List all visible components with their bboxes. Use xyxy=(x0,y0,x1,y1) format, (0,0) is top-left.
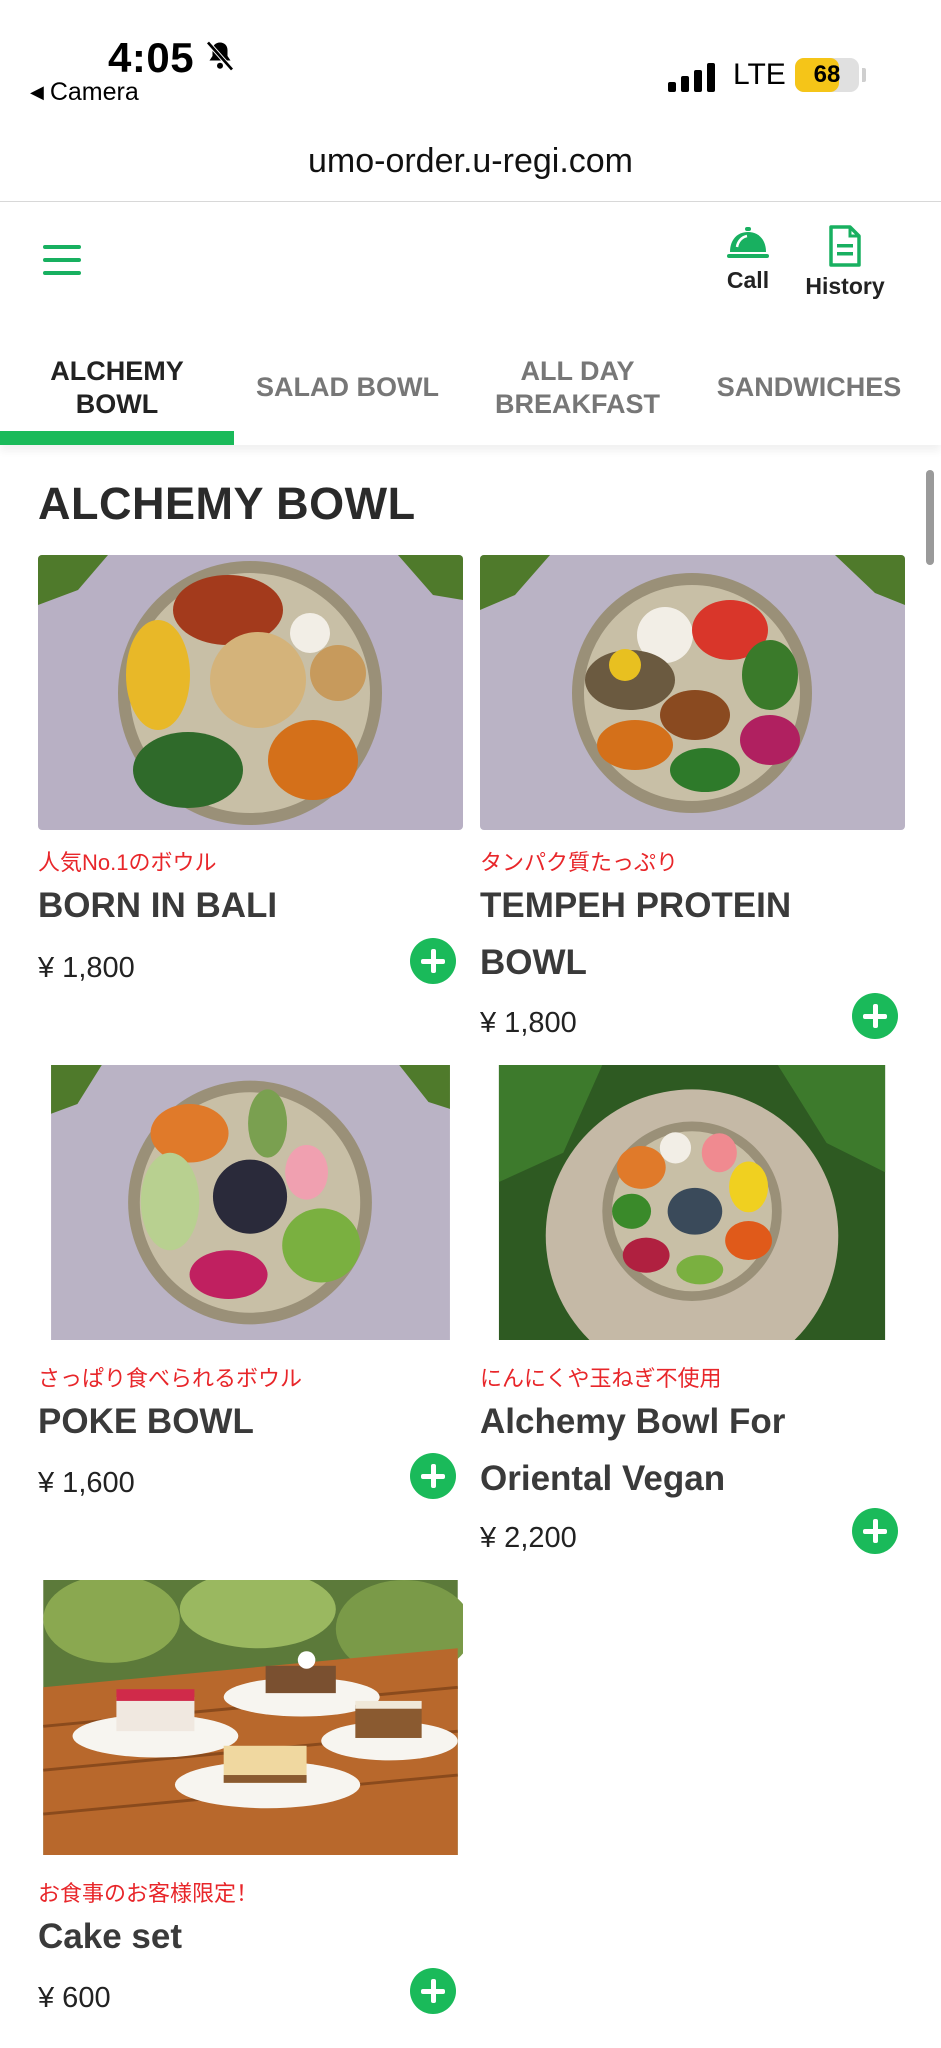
add-to-cart-button[interactable] xyxy=(852,993,898,1039)
add-to-cart-button[interactable] xyxy=(410,1453,456,1499)
bowl-image xyxy=(38,555,463,830)
item-price: ¥ 1,600 xyxy=(38,1467,135,1499)
menu-item-card[interactable]: にんにくや玉ねぎ不使用 Alchemy Bowl For Oriental Ve… xyxy=(480,1065,905,1565)
cake-image xyxy=(43,1580,463,1855)
menu-item-card[interactable]: さっぱり食べられるボウル POKE BOWL ¥ 1,600 xyxy=(38,1065,463,1505)
item-tagline: さっぱり食べられるボウル xyxy=(38,1366,303,1391)
back-arrow-icon: ◀ xyxy=(30,82,44,102)
cellular-signal-icon xyxy=(668,60,718,92)
bowl-image xyxy=(480,555,905,830)
menu-item-card[interactable]: 人気No.1のボウル BORN IN BALI ¥ 1,800 xyxy=(38,555,463,995)
scrollbar[interactable] xyxy=(926,470,934,565)
browser-address-bar[interactable]: umo-order.u-regi.com xyxy=(0,120,941,202)
url-text[interactable]: umo-order.u-regi.com xyxy=(0,142,941,181)
call-label: Call xyxy=(726,267,770,293)
menu-item-card[interactable]: お食事のお客様限定！ Cake set ¥ 600 xyxy=(38,1580,463,2020)
battery-icon: 68 xyxy=(795,58,859,92)
bowl-image xyxy=(43,1065,458,1340)
service-bell-icon xyxy=(727,227,769,258)
document-icon xyxy=(829,225,861,267)
bowl-image xyxy=(485,1065,900,1340)
item-tagline: お食事のお客様限定！ xyxy=(38,1881,259,1906)
item-name: POKE BOWL xyxy=(38,1402,254,1441)
active-tab-indicator xyxy=(0,431,234,445)
item-price: ¥ 600 xyxy=(38,1982,111,2014)
app-header: Call History xyxy=(0,203,941,323)
section-title: ALCHEMY BOWL xyxy=(38,478,416,529)
add-to-cart-button[interactable] xyxy=(410,1968,456,2014)
add-to-cart-button[interactable] xyxy=(410,938,456,984)
back-to-app-link[interactable]: ◀ Camera xyxy=(30,78,139,107)
hamburger-menu-icon[interactable] xyxy=(43,245,81,275)
status-time: 4:05 xyxy=(108,34,195,81)
back-app-label: Camera xyxy=(49,78,139,106)
menu-item-card[interactable]: タンパク質たっぷり TEMPEH PROTEIN BOWL ¥ 1,800 xyxy=(480,555,905,1055)
item-tagline: タンパク質たっぷり xyxy=(480,850,679,875)
item-name: BORN IN BALI xyxy=(38,886,278,925)
battery-nub xyxy=(862,68,866,82)
history-label: History xyxy=(805,273,885,299)
item-tagline: にんにくや玉ねぎ不使用 xyxy=(480,1366,722,1391)
category-tabs: ALCHEMY BOWL SALAD BOWL ALL DAY BREAKFAS… xyxy=(0,330,941,445)
item-price: ¥ 1,800 xyxy=(38,952,135,984)
item-tagline: 人気No.1のボウル xyxy=(38,850,217,875)
tab-all-day-breakfast[interactable]: ALL DAY BREAKFAST xyxy=(470,330,685,445)
status-bar: 4:05 ◀ Camera LTE 68 xyxy=(0,0,941,120)
item-price: ¥ 1,800 xyxy=(480,1007,577,1039)
tab-sandwiches[interactable]: SANDWICHES xyxy=(700,330,918,445)
item-name: Cake set xyxy=(38,1917,182,1956)
network-type: LTE xyxy=(733,58,786,91)
tab-salad-bowl[interactable]: SALAD BOWL xyxy=(240,330,455,445)
item-name: TEMPEH PROTEIN BOWL xyxy=(480,886,792,982)
call-staff-button[interactable]: Call xyxy=(718,225,778,294)
item-price: ¥ 2,200 xyxy=(480,1522,577,1554)
add-to-cart-button[interactable] xyxy=(852,1508,898,1554)
item-name: Alchemy Bowl For Oriental Vegan xyxy=(480,1402,786,1498)
bell-muted-icon xyxy=(206,41,234,71)
tab-alchemy-bowl[interactable]: ALCHEMY BOWL xyxy=(0,330,234,445)
battery-percent: 68 xyxy=(813,61,841,88)
order-history-button[interactable]: History xyxy=(795,225,895,300)
